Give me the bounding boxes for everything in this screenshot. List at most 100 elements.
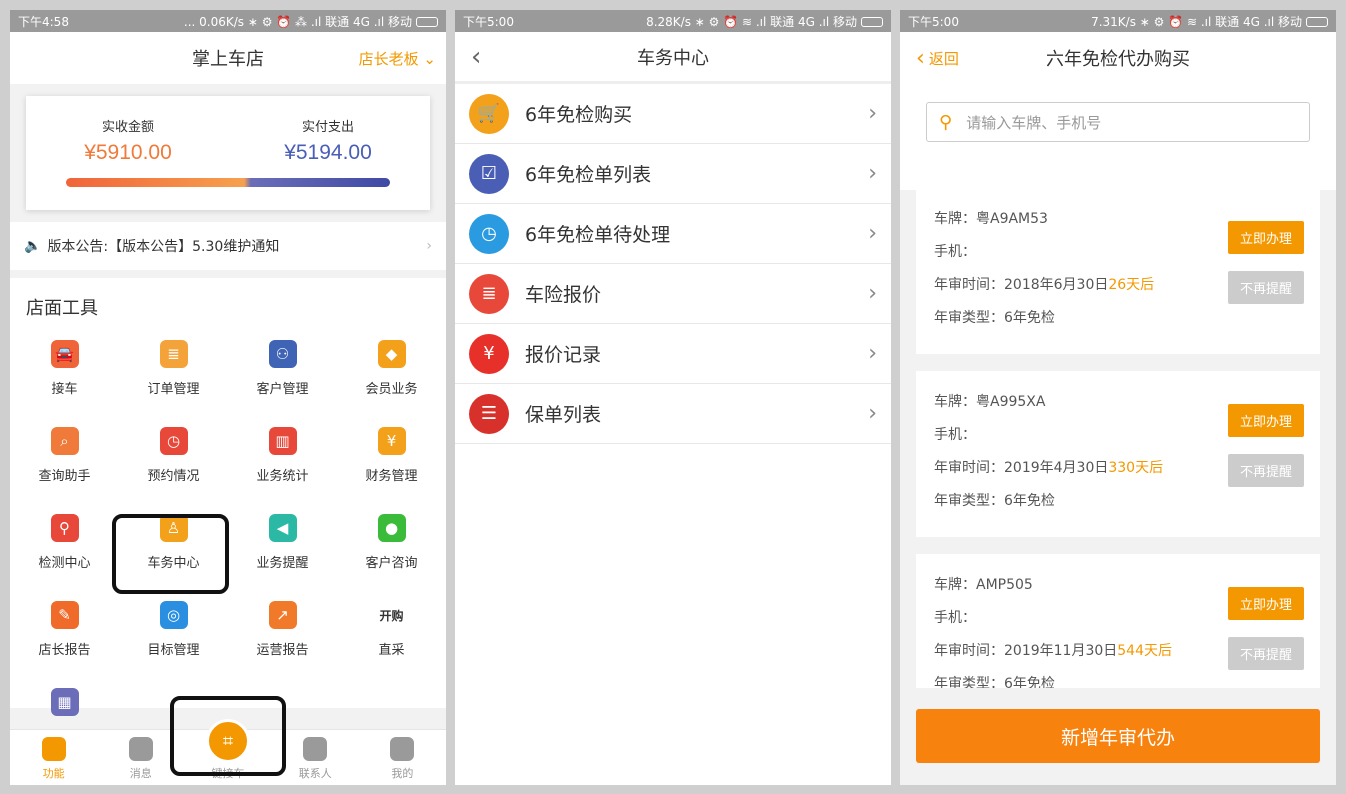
announcement-row[interactable]: 🔈 版本公告:【版本公告】5.30维护通知 › [10,222,446,270]
status-info: ... 0.06K/s ∗ ⚙ ⏰ ⁂ .ıl 联通 4G .ıl 移动 [183,14,412,29]
chat-icon: ● [377,514,406,542]
date-text: 年审时间：2019年4月30日 [934,460,1109,476]
tool-label: 财务管理 [365,469,418,484]
role-selector[interactable]: 店长老板 ⌄ [359,48,436,69]
add-annual-inspection-button[interactable]: 新增年审代办 [916,709,1320,763]
status-info: 8.28K/s ∗ ⚙ ⏰ ≋ .ıl 联通 4G .ıl 移动 [646,14,857,29]
service-label: 报价记录 [525,344,602,366]
chevron-right-icon: › [426,238,432,254]
handle-now-button[interactable]: 立即办理 [1228,404,1304,437]
tool-item[interactable]: ↗ 运营报告 [228,595,337,662]
tool-label: 运营报告 [256,643,309,658]
tab-label: 我的 [391,767,414,780]
income-label: 实收金额 [101,120,154,135]
shop-tools-section: 店面工具 🚘 接车 ≣ 订单管理 ⚇ 客户管理 ◆ 会员业务 ⌕ 查询助手 ◷ 预约情况 ▥ 业务统计 ¥ 财… [10,278,446,716]
tool-label: 接车 [51,382,78,397]
clipboard-icon: ≣ [159,340,188,368]
income-block: 实收金额 ¥5910.00 [38,116,218,165]
status-bar: 下午4:58 ... 0.06K/s ∗ ⚙ ⏰ ⁂ .ıl 联通 4G .ıl… [10,10,446,32]
announcement-text: 版本公告:【版本公告】5.30维护通知 [47,239,280,255]
finance-summary-card: 实收金额 ¥5910.00 实付支出 ¥5194.00 [26,96,430,210]
status-bar: 下午5:00 8.28K/s ∗ ⚙ ⏰ ≋ .ıl 联通 4G .ıl 移动 [455,10,891,32]
tool-item[interactable]: 🚘 接车 [10,334,119,401]
checklist-icon: ☑ [469,153,509,194]
days-remaining: 544天后 [1117,643,1172,659]
battery-icon [861,17,883,27]
service-row[interactable]: ◷ 6年免检单待处理 › [455,204,891,264]
service-row[interactable]: 🛒 6年免检购买 › [455,84,891,144]
chevron-right-icon: › [868,221,877,246]
service-row[interactable]: ¥ 报价记录 › [455,324,891,384]
status-bar: 下午5:00 7.31K/s ∗ ⚙ ⏰ ≋ .ıl 联通 4G .ıl 移动 [900,10,1336,32]
chevron-right-icon: › [868,281,877,306]
days-remaining: 330天后 [1108,460,1164,476]
search-input[interactable]: ⚲ 请输入车牌、手机号 [926,102,1310,142]
service-label: 6年免检单列表 [525,164,652,186]
tab-function[interactable]: 功能 [10,730,97,785]
tool-item[interactable]: ⚲ 检测中心 [10,508,119,575]
tool-label: 业务提醒 [256,556,309,571]
tool-item[interactable]: ◷ 预约情况 [119,421,228,488]
expense-block: 实付支出 ¥5194.00 [238,116,418,165]
tool-label: 查询助手 [38,469,91,484]
status-time: 下午4:58 [18,14,69,29]
car-check-icon: ⚲ [50,514,79,542]
dismiss-reminder-button[interactable]: 不再提醒 [1228,637,1304,670]
service-row[interactable]: ☑ 6年免检单列表 › [455,144,891,204]
speaker-icon: 🔈 [24,238,42,254]
handle-now-button[interactable]: 立即办理 [1228,587,1304,620]
service-label: 保单列表 [525,404,602,426]
tool-item[interactable]: ≣ 订单管理 [119,334,228,401]
tool-item[interactable]: 开购 直采 [337,595,446,662]
back-label: 返回 [928,49,959,68]
clock-circle-icon: ◷ [469,213,509,254]
profile-icon [390,737,415,761]
diamond-icon: ◆ [377,340,406,368]
tool-item[interactable]: ¥ 财务管理 [337,421,446,488]
page-title: 掌上车店 [192,49,264,70]
report-icon: ✎ [50,601,79,629]
car-person-icon: 🚘 [50,340,79,368]
tab-label: 功能 [42,767,65,780]
battery-icon [416,17,438,27]
back-icon[interactable]: ‹ [471,42,481,72]
tool-item[interactable]: ● 客户咨询 [337,508,446,575]
dismiss-reminder-button[interactable]: 不再提醒 [1228,454,1304,487]
inspection-type: 年审类型：6年免检 [934,493,1055,509]
tool-item[interactable]: ⌕ 查询助手 [10,421,119,488]
cart-icon: 🛒 [469,93,509,134]
date-text: 年审时间：2018年6月30日 [934,277,1109,293]
service-row[interactable]: ☰ 保单列表 › [455,384,891,444]
search-placeholder: 请输入车牌、手机号 [966,113,1102,132]
section-title: 店面工具 [26,298,98,319]
tool-item[interactable]: ⚇ 客户管理 [228,334,337,401]
days-remaining: 26天后 [1108,277,1155,293]
tool-label: 客户咨询 [365,556,418,571]
tab-profile[interactable]: 我的 [359,730,446,785]
tool-item[interactable]: ◎ 目标管理 [119,595,228,662]
tool-item[interactable]: ✎ 店长报告 [10,595,119,662]
tool-label: 客户管理 [256,382,309,397]
kaigou-logo-icon: 开购 [379,608,404,623]
tool-item[interactable]: ◆ 会员业务 [337,334,446,401]
tab-label: 联系人 [298,767,332,780]
highlight-box-scan [170,696,286,776]
search-area: ⚲ 请输入车牌、手机号 [900,84,1336,190]
reminder-card-list[interactable]: 车牌：粤A9AM53 手机： 年审时间：2018年6月30日26天后 年审类型：6年免… [916,188,1320,688]
doc-search-icon: ⌕ [50,427,79,455]
back-button[interactable]: ‹ 返回 [916,46,959,71]
inspection-type: 年审类型：6年免检 [934,676,1055,688]
service-row[interactable]: ≣ 车险报价 › [455,264,891,324]
handle-now-button[interactable]: 立即办理 [1228,221,1304,254]
nav-bar: ‹ 返回 六年免检代办购买 [900,32,1336,84]
building-icon: ▦ [50,688,79,716]
status-time: 下午5:00 [463,14,514,29]
tool-item[interactable]: ◀ 业务提醒 [228,508,337,575]
dismiss-reminder-button[interactable]: 不再提醒 [1228,271,1304,304]
chevron-left-icon: ‹ [916,45,925,71]
clipboard-icon: ≣ [469,273,509,314]
expense-label: 实付支出 [301,120,354,135]
role-label: 店长老板 [358,49,419,68]
vehicle-reminder-card: 车牌：粤A995XA 手机： 年审时间：2019年4月30日330天后 年审类型：6年… [916,371,1320,537]
tool-item[interactable]: ▥ 业务统计 [228,421,337,488]
